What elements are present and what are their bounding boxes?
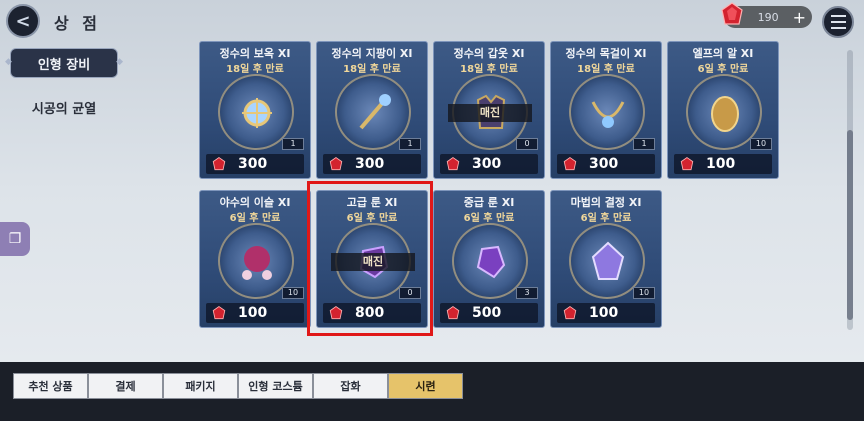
price-bar: 500: [440, 303, 538, 323]
item-name: 정수의 보옥 XI: [219, 47, 291, 60]
item-quantity: 3: [516, 287, 538, 299]
shop-item-card[interactable]: 정수의 갑옷 XI 18일 후 만료 매진 0 300: [433, 41, 545, 179]
back-button[interactable]: <: [6, 4, 40, 38]
shop-item-card[interactable]: 정수의 보옥 XI 18일 후 만료 1 300: [199, 41, 311, 179]
item-name: 마법의 결정 XI: [570, 196, 642, 209]
add-currency-button[interactable]: +: [793, 8, 806, 27]
red-gem-icon: [680, 156, 694, 170]
item-quantity: 1: [633, 138, 655, 150]
selection-highlight: [307, 181, 433, 336]
item-expiry: 18일 후 만료: [226, 64, 284, 75]
shop-item-card[interactable]: 야수의 이슬 XI 6일 후 만료 10 100: [199, 190, 311, 328]
shop-item-card[interactable]: 엘프의 알 XI 6일 후 만료 10 100: [667, 41, 779, 179]
hamburger-line: [830, 27, 846, 29]
item-quantity: 10: [282, 287, 304, 299]
item-quantity: 0: [516, 138, 538, 150]
shop-item-card[interactable]: 정수의 목걸이 XI 18일 후 만료 1 300: [550, 41, 662, 179]
item-price: 300: [355, 156, 385, 172]
item-name: 야수의 이슬 XI: [219, 196, 291, 209]
item-price: 100: [238, 305, 268, 321]
item-price: 100: [706, 156, 736, 172]
currency-display[interactable]: 190 +: [721, 2, 812, 28]
red-gem-icon: [446, 156, 460, 170]
item-price: 500: [472, 305, 502, 321]
page-title: 상 점: [54, 14, 102, 33]
item-quantity: 1: [282, 138, 304, 150]
tab-trial[interactable]: 시련: [388, 373, 463, 399]
item-name: 중급 룬 XI: [463, 196, 515, 209]
menu-button[interactable]: [822, 6, 854, 38]
item-price: 300: [589, 156, 619, 172]
hamburger-line: [830, 21, 846, 23]
red-gem-icon: [446, 305, 460, 319]
price-bar: 300: [323, 154, 421, 174]
item-price: 100: [589, 305, 619, 321]
currency-amount: 190: [757, 10, 779, 24]
price-bar: 300: [557, 154, 655, 174]
price-bar: 300: [440, 154, 538, 174]
red-gem-icon: [329, 156, 343, 170]
item-quantity: 1: [399, 138, 421, 150]
item-expiry: 6일 후 만료: [697, 64, 749, 75]
price-bar: 100: [206, 303, 304, 323]
window-toggle-icon[interactable]: ❐: [0, 222, 30, 256]
red-gem-icon: [563, 156, 577, 170]
item-expiry: 18일 후 만료: [460, 64, 518, 75]
chevron-left-icon: <: [15, 10, 31, 32]
tab-package[interactable]: 패키지: [163, 373, 238, 399]
sold-out-badge: 매진: [448, 104, 532, 122]
price-bar: 300: [206, 154, 304, 174]
shop-item-card[interactable]: 정수의 지팡이 XI 18일 후 만료 1 300: [316, 41, 428, 179]
item-expiry: 18일 후 만료: [577, 64, 635, 75]
item-quantity: 10: [750, 138, 772, 150]
red-gem-icon: [212, 156, 226, 170]
hamburger-icon: [830, 15, 846, 17]
tab-doll-costume[interactable]: 인형 코스튬: [238, 373, 313, 399]
item-name: 정수의 지팡이 XI: [331, 47, 413, 60]
price-bar: 100: [674, 154, 772, 174]
tab-payment[interactable]: 결제: [88, 373, 163, 399]
item-price: 300: [472, 156, 502, 172]
red-gem-icon: [563, 305, 577, 319]
item-expiry: 6일 후 만료: [580, 213, 632, 224]
sidebar-item-doll-equipment[interactable]: 인형 장비: [5, 48, 123, 78]
sidebar-item-time-rift[interactable]: 시공의 균열: [10, 98, 118, 117]
item-expiry: 6일 후 만료: [463, 213, 515, 224]
item-name: 정수의 갑옷 XI: [453, 47, 525, 60]
shop-item-card[interactable]: 중급 룬 XI 6일 후 만료 3 500: [433, 190, 545, 328]
price-bar: 100: [557, 303, 655, 323]
item-expiry: 18일 후 만료: [343, 64, 401, 75]
item-price: 300: [238, 156, 268, 172]
tab-general-goods[interactable]: 잡화: [313, 373, 388, 399]
item-quantity: 10: [633, 287, 655, 299]
red-gem-icon: [721, 2, 743, 25]
shop-item-card[interactable]: 마법의 결정 XI 6일 후 만료 10 100: [550, 190, 662, 328]
red-gem-icon: [212, 305, 226, 319]
item-name: 엘프의 알 XI: [692, 47, 754, 60]
item-expiry: 6일 후 만료: [229, 213, 281, 224]
item-name: 정수의 목걸이 XI: [565, 47, 647, 60]
scrollbar-thumb[interactable]: [847, 130, 853, 320]
tab-recommended[interactable]: 추천 상품: [13, 373, 88, 399]
